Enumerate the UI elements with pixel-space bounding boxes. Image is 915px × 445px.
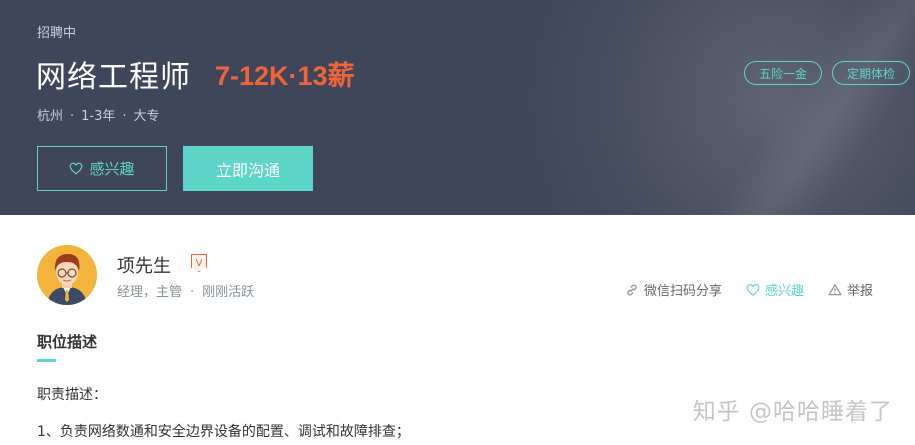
avatar[interactable]: [37, 245, 97, 305]
heart-icon: [746, 283, 760, 296]
salary: 7-12K·13薪: [215, 61, 355, 91]
wechat-share-button[interactable]: 微信扫码分享: [625, 280, 722, 299]
interest-button[interactable]: 感兴趣: [37, 146, 167, 191]
job-actions: 微信扫码分享 感兴趣 举报: [625, 280, 873, 299]
job-city: 杭州: [37, 109, 64, 124]
benefit-tag: 定期体检: [831, 61, 910, 85]
job-title: 网络工程师: [36, 60, 191, 95]
job-status: 招聘中: [37, 26, 77, 41]
wechat-share-label: 微信扫码分享: [643, 284, 722, 299]
chat-now-button[interactable]: 立即沟通: [183, 146, 313, 191]
verified-badge-icon: V: [191, 254, 207, 272]
heart-icon: [70, 162, 83, 175]
recruiter-activity: 刚刚活跃: [202, 285, 255, 300]
benefit-tag: 五险一金: [743, 61, 822, 85]
watermark: 知乎 @哈哈睡着了: [692, 399, 893, 425]
interest-action[interactable]: 感兴趣: [746, 280, 804, 299]
warning-icon: [828, 283, 842, 295]
job-education: 大专: [133, 109, 160, 124]
interest-action-label: 感兴趣: [764, 284, 804, 299]
description-line: 1、负责网络数通和安全边界设备的配置、调试和故障排查；: [37, 424, 410, 440]
avatar-illustration: [37, 245, 97, 305]
job-meta: 杭州 · 1-3年 · 大专: [37, 109, 160, 124]
recruiter-title: 经理，主管: [117, 285, 183, 300]
description-label: 职责描述：: [37, 387, 107, 403]
benefit-tags: 五险一金 定期体检: [743, 61, 910, 85]
section-title-job-description: 职位描述: [37, 333, 98, 351]
section-underline: [37, 359, 56, 362]
link-icon: [627, 284, 637, 295]
recruiter-meta: 经理，主管 · 刚刚活跃: [117, 285, 255, 300]
report-label: 举报: [846, 284, 873, 299]
recruiter-name: 项先生: [117, 256, 171, 277]
report-button[interactable]: 举报: [828, 280, 873, 299]
job-experience: 1-3年: [81, 109, 116, 124]
job-header-banner: 招聘中 网络工程师 7-12K·13薪 杭州 · 1-3年 · 大专 感兴趣 立即沟通 …: [0, 0, 915, 215]
interest-button-label: 感兴趣: [89, 160, 135, 178]
